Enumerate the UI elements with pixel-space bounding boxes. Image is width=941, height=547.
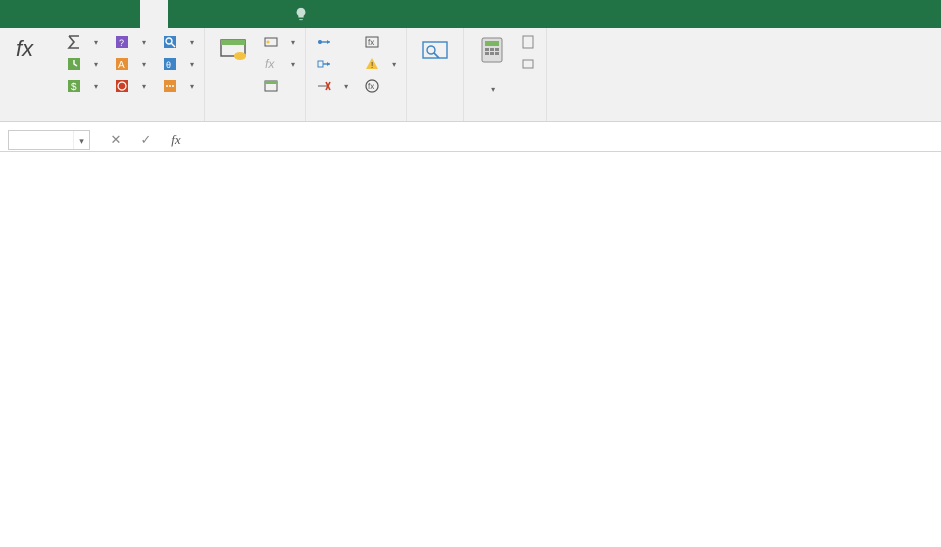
error-check-icon: ! bbox=[364, 56, 380, 72]
tab-home[interactable] bbox=[28, 0, 56, 28]
name-manager-icon bbox=[217, 34, 249, 66]
dropdown-arrow-icon: ▾ bbox=[392, 60, 396, 69]
lookup-icon bbox=[162, 34, 178, 50]
evaluate-icon: fx bbox=[364, 78, 380, 94]
dropdown-arrow-icon: ▾ bbox=[190, 82, 194, 91]
tab-formulas[interactable] bbox=[140, 0, 168, 28]
tab-draw[interactable] bbox=[84, 0, 112, 28]
lookup-button[interactable]: ▾ bbox=[158, 32, 198, 52]
formula-bar-row: ▾ ✕ ✓ fx bbox=[0, 128, 941, 152]
dropdown-arrow-icon: ▾ bbox=[190, 38, 194, 47]
calculation-options-button[interactable]: ▾ bbox=[470, 30, 514, 96]
sigma-icon bbox=[66, 34, 82, 50]
use-in-formula-button[interactable]: fx ▾ bbox=[259, 54, 299, 74]
calc-sheet-button[interactable] bbox=[516, 54, 540, 74]
show-formulas-icon: fx bbox=[364, 34, 380, 50]
svg-text:θ: θ bbox=[166, 60, 171, 70]
calc-sheet-icon bbox=[520, 56, 536, 72]
dropdown-arrow-icon: ▾ bbox=[94, 38, 98, 47]
dropdown-arrow-icon: ▾ bbox=[344, 82, 348, 91]
tab-insert[interactable] bbox=[56, 0, 84, 28]
fx-icon: fx bbox=[12, 34, 44, 66]
insert-function-icon[interactable]: fx bbox=[168, 132, 184, 148]
ribbon-tabs bbox=[0, 0, 941, 28]
define-name-button[interactable]: ▾ bbox=[259, 32, 299, 52]
formula-input[interactable] bbox=[184, 130, 941, 150]
insert-function-button[interactable]: fx bbox=[6, 30, 50, 70]
define-name-icon bbox=[263, 34, 279, 50]
svg-text:A: A bbox=[118, 60, 125, 71]
tab-view[interactable] bbox=[224, 0, 252, 28]
calc-now-icon bbox=[520, 34, 536, 50]
dropdown-arrow-icon: ▾ bbox=[190, 60, 194, 69]
name-manager-button[interactable] bbox=[211, 30, 255, 70]
calculation-icon bbox=[476, 34, 508, 66]
tab-developer[interactable] bbox=[252, 0, 280, 28]
dropdown-arrow-icon: ▾ bbox=[142, 38, 146, 47]
trace-precedents-button[interactable] bbox=[312, 32, 352, 52]
svg-text:$: $ bbox=[71, 82, 77, 93]
dropdown-arrow-icon: ▾ bbox=[491, 85, 495, 94]
financial-button[interactable]: $ ▾ bbox=[62, 76, 102, 96]
text-icon: A bbox=[114, 56, 130, 72]
text-button[interactable]: A ▾ bbox=[110, 54, 150, 74]
dropdown-arrow-icon: ▾ bbox=[94, 82, 98, 91]
dropdown-arrow-icon: ▾ bbox=[142, 60, 146, 69]
watch-window-icon bbox=[419, 34, 451, 66]
recent-icon bbox=[66, 56, 82, 72]
financial-icon: $ bbox=[66, 78, 82, 94]
svg-text:?: ? bbox=[119, 38, 124, 48]
name-box-wrap: ▾ bbox=[8, 130, 90, 150]
dropdown-arrow-icon: ▾ bbox=[291, 38, 295, 47]
svg-text:fx: fx bbox=[265, 57, 275, 71]
tab-file[interactable] bbox=[0, 0, 28, 28]
watch-window-button[interactable] bbox=[413, 30, 457, 70]
cancel-formula-icon[interactable]: ✕ bbox=[108, 132, 124, 148]
dropdown-arrow-icon: ▾ bbox=[142, 82, 146, 91]
ribbon: fx ▾ ▾ $ ▾ bbox=[0, 28, 941, 122]
mathtrig-button[interactable]: θ ▾ bbox=[158, 54, 198, 74]
tab-data[interactable] bbox=[168, 0, 196, 28]
datetime-button[interactable]: ▾ bbox=[110, 76, 150, 96]
logical-icon: ? bbox=[114, 34, 130, 50]
error-checking-button[interactable]: ! ▾ bbox=[360, 54, 400, 74]
tell-me-search[interactable] bbox=[280, 0, 314, 28]
mathtrig-icon: θ bbox=[162, 56, 178, 72]
show-formulas-button[interactable]: fx bbox=[360, 32, 400, 52]
create-from-selection-icon bbox=[263, 78, 279, 94]
tab-layout[interactable] bbox=[112, 0, 140, 28]
trace-dependents-icon bbox=[316, 56, 332, 72]
tab-review[interactable] bbox=[196, 0, 224, 28]
remove-arrows-icon bbox=[316, 78, 332, 94]
group-label-defined-names bbox=[211, 105, 299, 121]
logical-button[interactable]: ? ▾ bbox=[110, 32, 150, 52]
use-in-formula-icon: fx bbox=[263, 56, 279, 72]
evaluate-formula-button[interactable]: fx bbox=[360, 76, 400, 96]
svg-text:fx: fx bbox=[368, 38, 374, 47]
name-box-dropdown[interactable]: ▾ bbox=[73, 131, 89, 149]
name-box[interactable] bbox=[9, 133, 73, 147]
trace-precedents-icon bbox=[316, 34, 332, 50]
remove-arrows-button[interactable]: ▾ bbox=[312, 76, 352, 96]
group-label-auditing bbox=[312, 105, 400, 121]
datetime-icon bbox=[114, 78, 130, 94]
more-functions-button[interactable]: ▾ bbox=[158, 76, 198, 96]
autosum-button[interactable]: ▾ bbox=[62, 32, 102, 52]
trace-dependents-button[interactable] bbox=[312, 54, 352, 74]
calc-now-button[interactable] bbox=[516, 32, 540, 52]
enter-formula-icon[interactable]: ✓ bbox=[138, 132, 154, 148]
svg-text:fx: fx bbox=[368, 82, 374, 91]
group-label-library bbox=[62, 105, 198, 121]
more-icon bbox=[162, 78, 178, 94]
dropdown-arrow-icon: ▾ bbox=[291, 60, 295, 69]
dropdown-arrow-icon: ▾ bbox=[94, 60, 98, 69]
group-label-calculation bbox=[470, 105, 540, 121]
bulb-icon bbox=[294, 7, 308, 21]
create-from-selection-button[interactable] bbox=[259, 76, 299, 96]
svg-text:!: ! bbox=[371, 61, 373, 70]
recent-functions-button[interactable]: ▾ bbox=[62, 54, 102, 74]
svg-text:fx: fx bbox=[16, 36, 34, 61]
